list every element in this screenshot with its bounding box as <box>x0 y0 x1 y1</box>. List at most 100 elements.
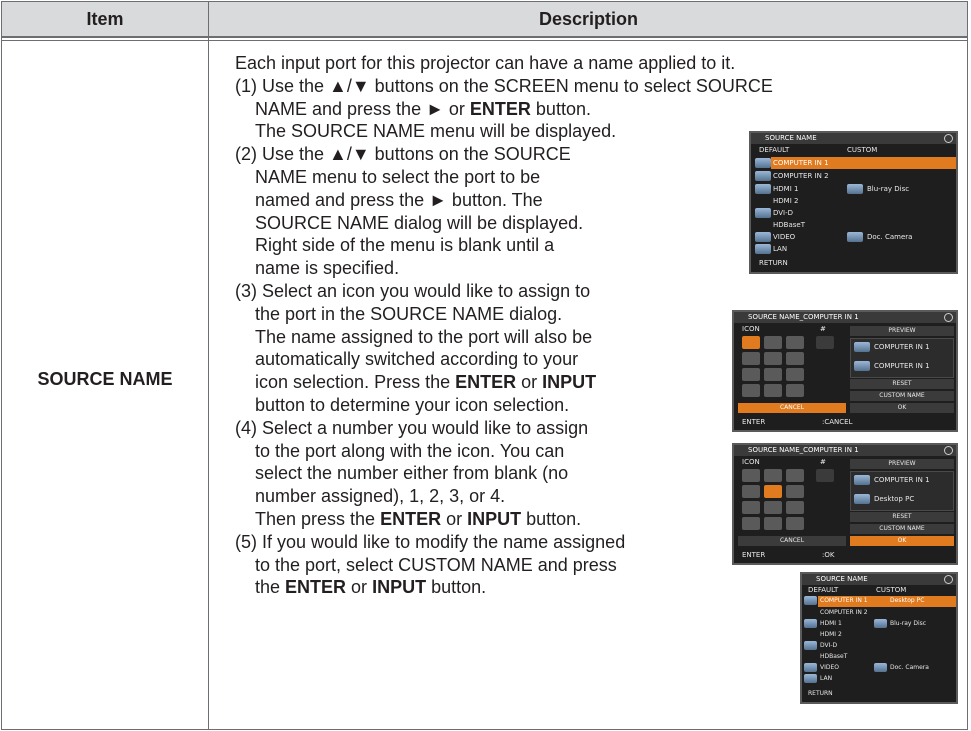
custom-name: Blu-ray Disc <box>867 185 910 193</box>
computer-icon <box>755 171 771 181</box>
hdmi-icon <box>755 184 771 194</box>
port-label: HDBaseT <box>820 653 848 660</box>
intro-text: Each input port for this projector can h… <box>235 53 736 73</box>
osd-source-name-dialog: SOURCE NAME_COMPUTER IN 1 ICON # PREVIEW… <box>732 443 958 565</box>
table-header: Item Description <box>2 2 967 38</box>
custom-name-button: CUSTOM NAME <box>850 524 954 534</box>
icon-tile <box>786 469 804 482</box>
port-label: DVI-D <box>820 642 838 649</box>
ok-button: OK <box>850 403 954 413</box>
step-1-line: NAME and press the ► or ENTER button. <box>255 98 591 119</box>
port-label: LAN <box>773 245 788 253</box>
icon-tile <box>742 501 760 514</box>
port-label: LAN <box>820 675 833 682</box>
icon-tile <box>764 485 782 498</box>
custom-name-button: CUSTOM NAME <box>850 391 954 401</box>
column-number: # <box>820 458 826 466</box>
custom-name: Doc. Camera <box>890 664 929 671</box>
header-item: Item <box>86 9 124 29</box>
port-label: COMPUTER IN 2 <box>820 609 868 616</box>
ok-button: OK <box>850 536 954 546</box>
port-label: HDMI 2 <box>820 631 842 638</box>
lan-icon <box>755 244 771 254</box>
computer-icon <box>854 475 870 485</box>
icon-tile <box>786 501 804 514</box>
icon-tile <box>742 517 760 530</box>
port-label: COMPUTER IN 2 <box>773 172 829 180</box>
column-default: DEFAULT <box>808 586 839 594</box>
port-label: DVI-D <box>773 209 794 217</box>
preview-name: Desktop PC <box>874 495 915 503</box>
preview-name: COMPUTER IN 1 <box>874 476 930 484</box>
icon-tile <box>786 485 804 498</box>
custom-name: Doc. Camera <box>867 233 913 241</box>
osd-title-bar: SOURCE NAME_COMPUTER IN 1 <box>734 445 956 456</box>
lan-icon <box>804 674 817 683</box>
dvi-icon <box>755 208 771 218</box>
osd-source-name-menu: SOURCE NAME DEFAULT CUSTOM COMPUTER IN 1… <box>749 131 958 274</box>
port-label: VIDEO <box>820 664 840 671</box>
icon-tile <box>742 469 760 482</box>
close-icon <box>944 313 953 322</box>
computer-icon <box>854 361 870 371</box>
dvi-icon <box>804 641 817 650</box>
icon-tile <box>742 352 760 365</box>
column-custom: CUSTOM <box>876 586 907 594</box>
port-label: HDBaseT <box>773 221 805 229</box>
icon-tile <box>764 336 782 349</box>
reset-button: RESET <box>850 512 954 522</box>
osd-title-bar: SOURCE NAME <box>802 574 956 585</box>
port-label: HDMI 1 <box>773 185 799 193</box>
close-icon <box>944 134 953 143</box>
column-icon: ICON <box>742 325 760 333</box>
footer-cancel: :CANCEL <box>822 418 853 426</box>
footer-ok: :OK <box>822 551 835 559</box>
preview-label: PREVIEW <box>850 326 954 336</box>
preview-name: COMPUTER IN 1 <box>874 343 930 351</box>
icon-tile <box>764 501 782 514</box>
step-1-line: (1) Use the ▲/▼ buttons on the SCREEN me… <box>235 75 773 96</box>
osd-source-name-dialog: SOURCE NAME_COMPUTER IN 1 ICON # PREVIEW… <box>732 310 958 432</box>
cancel-button: CANCEL <box>738 403 846 413</box>
port-label: VIDEO <box>773 233 796 241</box>
icon-tile <box>764 469 782 482</box>
osd-source-name-menu: SOURCE NAME DEFAULT CUSTOM COMPUTER IN 1… <box>800 572 958 704</box>
column-custom: CUSTOM <box>847 146 878 154</box>
osd-title-bar: SOURCE NAME <box>751 133 956 144</box>
reset-button: RESET <box>850 379 954 389</box>
column-icon: ICON <box>742 458 760 466</box>
icon-tile <box>742 485 760 498</box>
icon-tile <box>786 384 804 397</box>
icon-tile <box>764 352 782 365</box>
header-description: Description <box>538 9 639 29</box>
return-label: RETURN <box>759 259 788 267</box>
cancel-button: CANCEL <box>738 536 846 546</box>
icon-tile <box>764 368 782 381</box>
footer-enter: ENTER <box>742 551 766 559</box>
custom-name: Blu-ray Disc <box>890 620 927 627</box>
port-label: HDMI 1 <box>820 620 842 627</box>
icon-tile <box>786 336 804 349</box>
camera-icon <box>874 663 887 672</box>
column-default: DEFAULT <box>759 146 790 154</box>
port-label: COMPUTER IN 1 <box>773 159 829 167</box>
icon-tile <box>764 517 782 530</box>
custom-name: Desktop PC <box>890 597 925 604</box>
video-icon <box>804 663 817 672</box>
close-icon <box>944 575 953 584</box>
close-icon <box>944 446 953 455</box>
computer-icon <box>755 158 771 168</box>
number-tile <box>816 336 834 349</box>
column-number: # <box>820 325 826 333</box>
footer-enter: ENTER <box>742 418 766 426</box>
item-name-cell: SOURCE NAME <box>37 369 173 389</box>
desktop-pc-icon <box>854 494 870 504</box>
osd-title-bar: SOURCE NAME_COMPUTER IN 1 <box>734 312 956 323</box>
icon-tile <box>786 368 804 381</box>
computer-icon <box>854 342 870 352</box>
preview-label: PREVIEW <box>850 459 954 469</box>
icon-tile <box>742 336 760 349</box>
port-label: HDMI 2 <box>773 197 799 205</box>
icon-tile <box>742 368 760 381</box>
return-label: RETURN <box>808 690 833 697</box>
